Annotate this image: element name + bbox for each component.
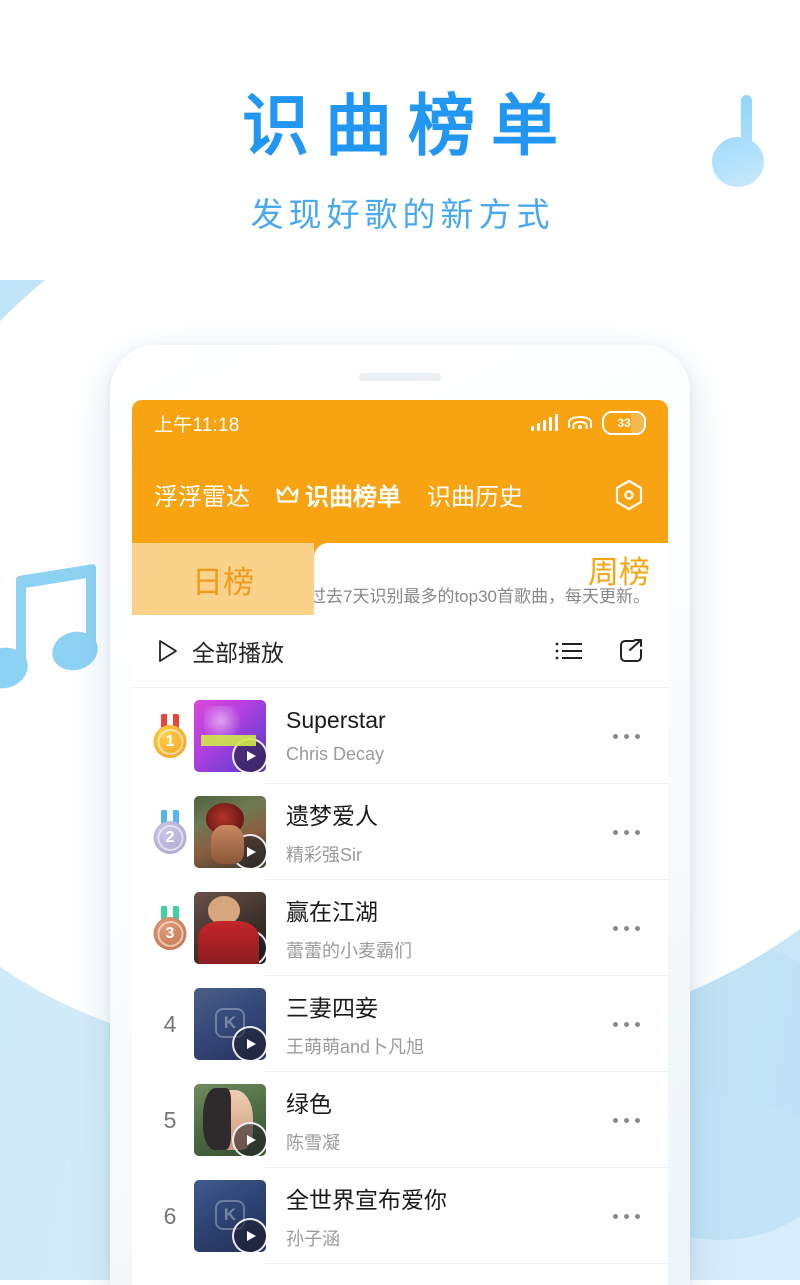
- play-button-icon[interactable]: [232, 1026, 266, 1060]
- song-meta: 赢在江湖蕾蕾的小麦霸们: [286, 893, 604, 963]
- song-title: Superstar: [286, 707, 386, 733]
- song-meta: 绿色 陈雪凝: [286, 1085, 604, 1155]
- rank-description: 过去7天识别最多的top30首歌曲，每天更新。: [309, 587, 650, 606]
- song-artist: 蕾蕾的小麦霸们: [286, 941, 412, 961]
- album-art[interactable]: [194, 796, 266, 868]
- song-meta: Superstar Chris Decay: [286, 707, 604, 765]
- play-bar-actions: [554, 636, 646, 666]
- rank-number: 5: [163, 1106, 177, 1133]
- song-row[interactable]: 3 赢在江湖蕾蕾的小麦霸们: [132, 880, 668, 976]
- play-button-icon[interactable]: [232, 930, 266, 964]
- play-button-icon[interactable]: [232, 1218, 266, 1252]
- settings-hex-icon[interactable]: [612, 478, 646, 512]
- nav-tab-chart-label: 识曲榜单: [305, 484, 401, 511]
- medal-bronze-icon: 3: [153, 906, 187, 950]
- song-row[interactable]: 4 K 三妻四妾王萌萌and卜凡旭: [132, 976, 668, 1072]
- medal-disc: 1: [153, 725, 187, 758]
- song-title: 全世界宣布爱你: [286, 1187, 447, 1213]
- song-artist: Chris Decay: [286, 744, 385, 764]
- rank-tab-strip: 周榜 过去7天识别最多的top30首歌曲，每天更新。 日榜: [132, 543, 668, 615]
- rank-number: 2: [165, 828, 175, 846]
- song-artist: 王萌萌and卜凡旭: [286, 1037, 425, 1057]
- more-dots-icon[interactable]: [604, 1021, 648, 1027]
- song-title: 三妻四妾: [286, 995, 378, 1021]
- wifi-icon: [568, 415, 592, 431]
- play-all-label[interactable]: 全部播放: [192, 634, 284, 668]
- phone-speaker-grille: [359, 373, 441, 381]
- more-dots-icon[interactable]: [604, 1117, 648, 1123]
- song-meta: 全世界宣布爱你孙子涵: [286, 1181, 604, 1251]
- medal-silver-icon: 2: [153, 810, 187, 854]
- note-head-left: [0, 642, 33, 694]
- album-art[interactable]: K: [194, 1180, 266, 1252]
- song-row[interactable]: 6 K 全世界宣布爱你孙子涵: [132, 1168, 668, 1264]
- rank-cell: 4: [146, 1011, 194, 1038]
- crown-icon: [276, 485, 299, 504]
- status-icons: 33: [530, 411, 646, 435]
- nav-tab-history-label: 识曲历史: [427, 484, 523, 511]
- rank-cell: 6: [146, 1203, 194, 1230]
- phone-mockup: 上午11:18 33 浮浮雷达 识曲榜单 识曲历史 周榜 过去7天识别最多的to…: [110, 345, 690, 1285]
- play-button-icon[interactable]: [232, 834, 266, 868]
- play-triangle-icon[interactable]: [154, 638, 180, 664]
- status-bar: 上午11:18 33: [132, 400, 668, 446]
- album-art[interactable]: [194, 892, 266, 964]
- nav-tab-radar[interactable]: 浮浮雷达: [154, 477, 250, 512]
- song-title: 赢在江湖: [286, 899, 378, 925]
- rank-cell: 2: [146, 810, 194, 854]
- song-meta: 三妻四妾王萌萌and卜凡旭: [286, 989, 604, 1059]
- rank-number: 6: [163, 1202, 177, 1229]
- song-list: 1 Superstar Chris Decay 2 遗梦爱人精彩强Sir 3 赢在江湖蕾蕾的…: [132, 688, 668, 1264]
- nav-tab-chart[interactable]: 识曲榜单: [276, 477, 401, 512]
- phone-screen: 上午11:18 33 浮浮雷达 识曲榜单 识曲历史 周榜 过去7天识别最多的to…: [132, 400, 668, 1285]
- medal-gold-icon: 1: [153, 714, 187, 758]
- page-title: 识曲榜单: [242, 89, 574, 164]
- song-artist: 孙子涵: [286, 1229, 340, 1249]
- battery-icon: 33: [602, 411, 646, 435]
- rank-number: 4: [163, 1010, 177, 1037]
- more-dots-icon[interactable]: [604, 829, 648, 835]
- nav-tab-history[interactable]: 识曲历史: [427, 477, 523, 512]
- share-icon[interactable]: [616, 636, 646, 666]
- top-navigation-bar: 浮浮雷达 识曲榜单 识曲历史: [132, 446, 668, 543]
- play-button-icon[interactable]: [232, 738, 266, 772]
- song-row[interactable]: 5 绿色陈雪凝: [132, 1072, 668, 1168]
- medal-disc: 3: [153, 917, 187, 950]
- page-subtitle: 发现好歌的新方式: [250, 196, 555, 234]
- play-all-bar: 全部播放: [132, 615, 668, 688]
- song-title: 遗梦爱人: [286, 803, 378, 829]
- song-row[interactable]: 2 遗梦爱人精彩强Sir: [132, 784, 668, 880]
- signal-bars-icon: [530, 414, 558, 431]
- rank-cell: 5: [146, 1107, 194, 1134]
- rank-tab-week-panel: 周榜 过去7天识别最多的top30首歌曲，每天更新。: [309, 543, 668, 615]
- album-art[interactable]: [194, 1084, 266, 1156]
- row-separator: [266, 1263, 668, 1264]
- rank-tab-day[interactable]: 日榜: [132, 543, 314, 615]
- rank-cell: 1: [146, 714, 194, 758]
- song-row[interactable]: 1 Superstar Chris Decay: [132, 688, 668, 784]
- song-artist: 陈雪凝: [286, 1133, 340, 1153]
- nav-tab-radar-label: 浮浮雷达: [154, 484, 250, 511]
- headline-block: 识曲榜单 发现好歌的新方式: [0, 89, 800, 236]
- more-dots-icon[interactable]: [604, 925, 648, 931]
- song-artist: 精彩强Sir: [286, 845, 362, 865]
- double-music-note-icon: [0, 563, 114, 700]
- more-dots-icon[interactable]: [604, 733, 648, 739]
- battery-fill: [630, 413, 644, 433]
- song-meta: 遗梦爱人精彩强Sir: [286, 797, 604, 867]
- rank-number: 1: [165, 732, 175, 750]
- play-button-icon[interactable]: [232, 1122, 266, 1156]
- song-title: 绿色: [286, 1091, 332, 1117]
- battery-level-label: 33: [617, 416, 631, 430]
- medal-disc: 2: [153, 821, 187, 854]
- list-icon[interactable]: [554, 636, 584, 666]
- album-art[interactable]: K: [194, 988, 266, 1060]
- status-clock: 上午11:18: [154, 414, 240, 436]
- rank-cell: 3: [146, 906, 194, 950]
- album-art[interactable]: [194, 700, 266, 772]
- more-dots-icon[interactable]: [604, 1213, 648, 1219]
- rank-number: 3: [165, 924, 175, 942]
